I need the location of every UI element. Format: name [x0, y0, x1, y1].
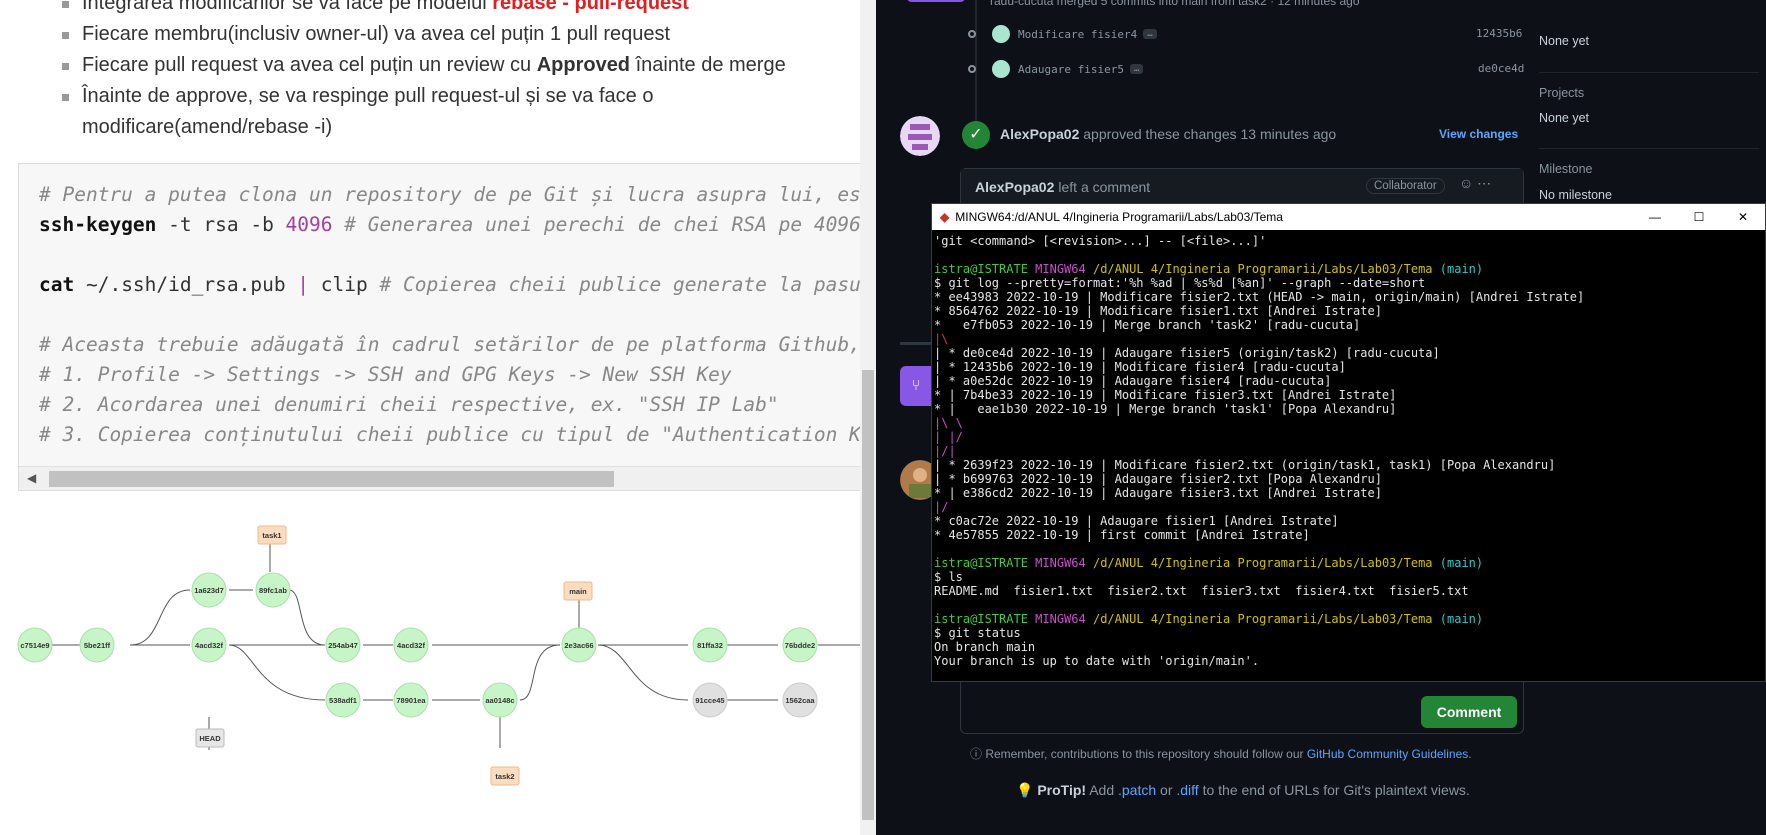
scrollbar-thumb[interactable]: [862, 370, 874, 820]
terminal-window[interactable]: ◆ MINGW64:/d/ANUL 4/Ingineria Programari…: [931, 203, 1766, 682]
code-block: # Pentru a putea clona un repository de …: [18, 163, 863, 491]
close-icon[interactable]: ✕: [1721, 204, 1765, 230]
graph-node: 2e3ac66: [564, 641, 593, 650]
graph-node: 1a623d7: [194, 586, 224, 595]
commit-dot-icon: [968, 30, 976, 38]
commit-dot-icon: [968, 65, 976, 73]
review-summary: AlexPopa02 approved these changes 13 min…: [1000, 126, 1337, 142]
comment-button[interactable]: Comment: [1421, 696, 1517, 728]
patch-link[interactable]: .patch: [1118, 782, 1156, 798]
commit-sha[interactable]: 12435b6: [1476, 27, 1522, 40]
labels-value: None yet: [1539, 34, 1590, 48]
graph-node: 5be21ff: [84, 641, 111, 650]
graph-node: 4acd32f: [195, 641, 223, 650]
diff-link[interactable]: .diff: [1176, 782, 1198, 798]
graph-node: 78901ea: [396, 696, 426, 705]
graph-node: 91cce45: [695, 696, 724, 705]
graph-node: 254ab47: [328, 641, 358, 650]
minimize-icon[interactable]: —: [1633, 204, 1677, 230]
merge-icon: ⑂: [900, 366, 932, 406]
more-icon[interactable]: …: [1143, 29, 1157, 39]
graph-node: 76bdde2: [785, 641, 815, 650]
merged-badge: [906, 0, 966, 2]
collaborator-badge: Collaborator: [1366, 178, 1445, 194]
graph-node: c7514e9: [20, 641, 49, 650]
reaction-icon[interactable]: ☺ ⋯: [1459, 175, 1491, 192]
graph-label-main: main: [569, 587, 587, 596]
graph-label-task2: task2: [495, 772, 514, 781]
graph-node: aa0148c: [485, 696, 514, 705]
graph-node: 81ffa32: [697, 641, 723, 650]
bullet-item: Fiecare membru(inclusiv owner-ul) va ave…: [62, 19, 862, 50]
graph-node: 4acd32f: [397, 641, 425, 650]
bullet-item: Înainte de approve, se va respinge pull …: [62, 81, 862, 143]
approved-check-icon: ✓: [962, 121, 990, 149]
graph-node: 89fc1ab: [259, 586, 287, 595]
commit-row[interactable]: Modificare fisier4 …: [968, 24, 1157, 44]
commenter-name[interactable]: AlexPopa02: [975, 179, 1054, 195]
commit-row[interactable]: Adaugare fisier5 …: [968, 59, 1144, 79]
reviewer-name[interactable]: AlexPopa02: [1000, 126, 1079, 142]
divider: [1539, 148, 1759, 149]
avatar[interactable]: [900, 116, 940, 156]
terminal-title: MINGW64:/d/ANUL 4/Ingineria Programarii/…: [955, 210, 1283, 224]
graph-node: 1562caa: [785, 696, 815, 705]
graph-node: 538adf1: [329, 696, 357, 705]
view-changes-button[interactable]: View changes: [1439, 127, 1518, 141]
guidelines-link[interactable]: GitHub Community Guidelines: [1307, 747, 1468, 761]
merge-info: radu-cucuta merged 5 commits into main f…: [990, 0, 1360, 8]
projects-label[interactable]: Projects: [1539, 86, 1584, 100]
milestone-label[interactable]: Milestone: [1539, 162, 1593, 176]
commit-message[interactable]: Adaugare fisier5: [1018, 63, 1124, 76]
scroll-left-icon[interactable]: ◀: [27, 471, 36, 485]
git-graph-diagram: c7514e9 5be21ff 4acd32f 1a623d7 89fc1ab …: [17, 525, 860, 786]
scrollbar-thumb[interactable]: [49, 471, 614, 487]
mingw-icon: ◆: [940, 210, 950, 224]
commit-sha[interactable]: de0ce4d: [1478, 62, 1524, 75]
terminal-output[interactable]: 'git <command> [<revision>...] -- [<file…: [934, 234, 1584, 668]
document-pane: Integrarea modificărilor se va face pe m…: [0, 0, 876, 835]
graph-label-task1: task1: [262, 531, 281, 540]
bullet-item: Integrarea modificărilor se va face pe m…: [62, 0, 862, 19]
code-text: # Pentru a putea clona un repository de …: [39, 183, 861, 446]
avatar: [992, 25, 1010, 43]
projects-value: None yet: [1539, 111, 1590, 125]
graph-label-head: HEAD: [199, 734, 221, 743]
more-icon[interactable]: …: [1129, 64, 1144, 74]
vertical-scrollbar[interactable]: [860, 0, 876, 835]
divider: [1539, 72, 1759, 73]
milestone-value: No milestone: [1539, 188, 1612, 202]
requirements-list: Integrarea modificărilor se va face pe m…: [62, 0, 862, 143]
protip: 💡 ProTip! Add .patch or .diff to the end…: [1016, 782, 1470, 798]
avatar: [992, 60, 1010, 78]
commit-message[interactable]: Modificare fisier4: [1018, 28, 1137, 41]
guidelines-note: ⓘ Remember, contributions to this reposi…: [970, 747, 1472, 761]
bullet-item: Fiecare pull request va avea cel puțin u…: [62, 50, 862, 81]
maximize-icon[interactable]: ☐: [1677, 204, 1721, 230]
horizontal-scrollbar[interactable]: ◀: [19, 466, 862, 490]
